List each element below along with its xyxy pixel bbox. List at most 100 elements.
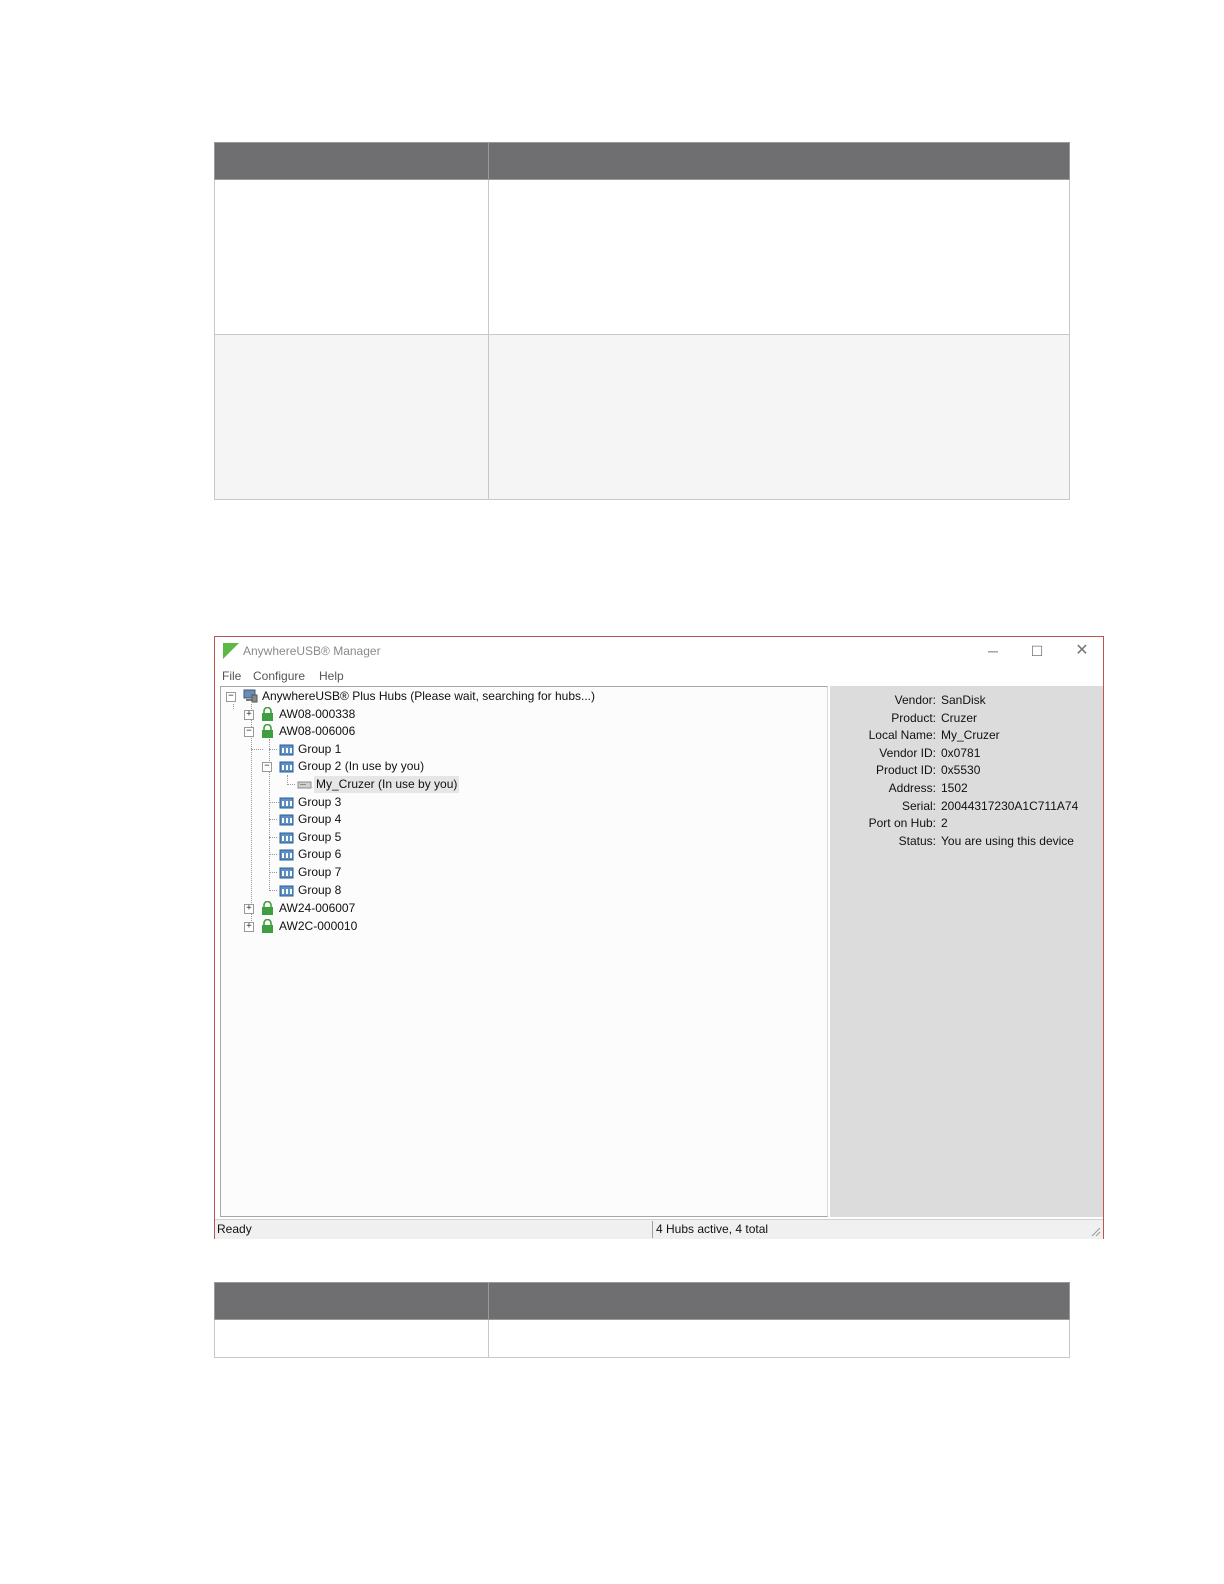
tree-group-item[interactable]: − Group 2 (In use by you): [262, 758, 562, 775]
detail-label: Port on Hub:: [868, 816, 936, 830]
status-bar: Ready 4 Hubs active, 4 total: [215, 1219, 1103, 1239]
group-label: Group 5: [298, 830, 342, 844]
table-header-cell: [488, 1282, 1070, 1320]
tree-line: [269, 837, 277, 838]
tree-group-item[interactable]: Group 7: [269, 864, 569, 881]
detail-status: Status: You are using this device: [830, 833, 1103, 850]
group-label: Group 2 (In use by you): [298, 759, 425, 773]
menu-file[interactable]: File: [222, 669, 241, 683]
table-cell: [214, 179, 489, 335]
tree-device-item[interactable]: My_Cruzer (In use by you): [287, 776, 587, 793]
detail-local-name: Local Name: My_Cruzer: [830, 727, 1103, 744]
close-button[interactable]: ✕: [1070, 641, 1094, 661]
detail-serial: Serial: 20044317230A1C711A74: [830, 798, 1103, 815]
table-cell: [488, 179, 1070, 335]
table-cell: [214, 1319, 489, 1358]
menu-help[interactable]: Help: [319, 669, 344, 683]
detail-label: Local Name:: [868, 728, 936, 742]
menu-bar: File Configure Help: [215, 667, 1103, 685]
detail-label: Serial:: [901, 799, 936, 813]
tree-line: [287, 784, 295, 785]
resize-grip-icon[interactable]: [1089, 1225, 1101, 1237]
hub-label: AW24-006007: [279, 901, 356, 915]
expand-toggle[interactable]: +: [244, 904, 254, 914]
title-bar[interactable]: AnywhereUSB® Manager ─ ☐ ✕: [215, 637, 1103, 665]
detail-value: My_Cruzer: [941, 728, 1000, 742]
detail-label: Vendor:: [894, 693, 936, 707]
tree-hub-item[interactable]: + AW2C-000010: [244, 918, 544, 935]
device-label: My_Cruzer (In use by you): [314, 776, 460, 793]
detail-label: Address:: [888, 781, 936, 795]
detail-label: Status:: [898, 834, 936, 848]
detail-vendor: Vendor: SanDisk: [830, 692, 1103, 709]
group-folder-icon: [279, 849, 294, 861]
tree-line: [269, 854, 277, 855]
group-folder-icon: [279, 744, 294, 756]
app-logo-icon: [223, 643, 239, 659]
lock-icon: [262, 707, 273, 721]
table-header-cell: [214, 1282, 489, 1320]
table-header-cell: [488, 142, 1070, 180]
group-folder-icon: [279, 814, 294, 826]
detail-value: 0x5530: [941, 763, 981, 777]
detail-value: 1502: [941, 781, 968, 795]
tree-group-item[interactable]: Group 4: [269, 811, 569, 828]
status-text: Ready: [217, 1222, 252, 1236]
detail-address: Address: 1502: [830, 780, 1103, 797]
detail-value: Cruzer: [941, 711, 978, 725]
group-label: Group 6: [298, 847, 342, 861]
tree-hub-item[interactable]: + AW08-000338: [244, 706, 544, 723]
hub-label: AW08-006006: [279, 724, 356, 738]
group-label: Group 7: [298, 865, 342, 879]
group-label: Group 3: [298, 795, 342, 809]
tree-line: [269, 749, 277, 750]
computer-hubs-icon: [243, 689, 258, 703]
menu-configure[interactable]: Configure: [253, 669, 305, 683]
detail-value: 0x0781: [941, 746, 981, 760]
table-cell: [488, 334, 1070, 500]
tree-line: [269, 872, 277, 873]
group-folder-icon: [279, 885, 294, 897]
tree-line: [269, 802, 277, 803]
detail-value: 2: [941, 816, 948, 830]
hub-label: AW08-000338: [279, 707, 356, 721]
group-folder-icon: [279, 832, 294, 844]
group-label: Group 4: [298, 812, 342, 826]
tree-group-item[interactable]: Group 5: [269, 829, 569, 846]
tree-root[interactable]: − AnywhereUSB® Plus Hubs (Please wait, s…: [226, 688, 826, 705]
hub-count-text: 4 Hubs active, 4 total: [656, 1222, 769, 1236]
detail-value: SanDisk: [941, 693, 986, 707]
detail-vendor-id: Vendor ID: 0x0781: [830, 745, 1103, 762]
lock-icon: [262, 724, 273, 738]
group-folder-icon: [279, 867, 294, 879]
tree-group-item[interactable]: Group 1: [269, 741, 569, 758]
window-title: AnywhereUSB® Manager: [243, 644, 381, 658]
group-label: Group 8: [298, 883, 342, 897]
table-cell: [214, 334, 489, 500]
detail-label: Vendor ID:: [879, 746, 936, 760]
detail-port: Port on Hub: 2: [830, 815, 1103, 832]
group-folder-icon: [279, 797, 294, 809]
device-details-pane: Vendor: SanDisk Product: Cruzer Local Na…: [830, 686, 1103, 1217]
detail-label: Product ID:: [875, 763, 936, 777]
tree-group-item[interactable]: Group 3: [269, 794, 569, 811]
tree-group-item[interactable]: Group 6: [269, 846, 569, 863]
tree-hub-item[interactable]: − AW08-006006: [244, 723, 544, 740]
collapse-toggle[interactable]: −: [244, 727, 254, 737]
hub-tree-view[interactable]: − AnywhereUSB® Plus Hubs (Please wait, s…: [220, 686, 828, 1217]
maximize-button[interactable]: ☐: [1025, 641, 1049, 661]
top-table: [214, 142, 1070, 500]
collapse-toggle[interactable]: −: [262, 762, 272, 772]
status-divider: [652, 1221, 653, 1238]
tree-group-item[interactable]: Group 8: [269, 882, 569, 899]
minimize-button[interactable]: ─: [981, 641, 1005, 661]
detail-product: Product: Cruzer: [830, 710, 1103, 727]
expand-toggle[interactable]: +: [244, 710, 254, 720]
expand-toggle[interactable]: +: [244, 922, 254, 932]
table-header-cell: [214, 142, 489, 180]
collapse-toggle[interactable]: −: [226, 692, 236, 702]
lock-icon: [262, 919, 273, 933]
tree-line: [269, 819, 277, 820]
tree-hub-item[interactable]: + AW24-006007: [244, 900, 544, 917]
detail-value: 20044317230A1C711A74: [941, 799, 1079, 813]
